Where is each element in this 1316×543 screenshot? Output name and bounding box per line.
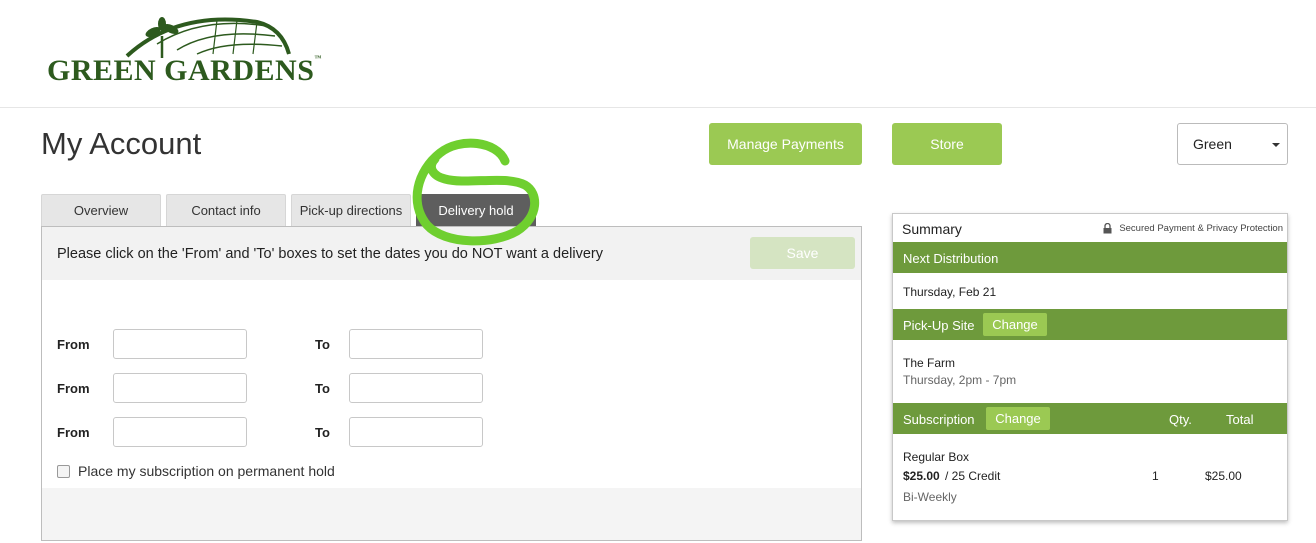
tab-pickup-directions[interactable]: Pick-up directions [291,194,411,226]
item-frequency: Bi-Weekly [903,490,957,504]
pickup-site-band: Pick-Up Site Change [893,309,1287,340]
site-header: GREEN GARDENS™ [0,0,1316,108]
lock-icon [1103,223,1112,234]
panel-footer [42,488,861,540]
tab-contact-info[interactable]: Contact info [166,194,286,226]
from-date-input-2[interactable] [113,373,247,403]
permanent-hold-label: Place my subscription on permanent hold [78,463,335,479]
chevron-down-icon [1272,143,1280,147]
from-date-input-3[interactable] [113,417,247,447]
next-distribution-date: Thursday, Feb 21 [903,285,997,299]
permanent-hold-option[interactable]: Place my subscription on permanent hold [57,463,335,479]
account-select-value: Green [1193,136,1232,152]
item-price: $25.00 [903,469,940,483]
account-select[interactable]: Green [1177,123,1288,165]
delivery-hold-instruction: Please click on the 'From' and 'To' boxe… [57,246,603,262]
manage-payments-button[interactable]: Manage Payments [709,123,862,165]
from-label: From [57,381,90,396]
store-button[interactable]: Store [892,123,1002,165]
next-distribution-label: Next Distribution [903,251,999,266]
from-label: From [57,337,90,352]
from-date-input-1[interactable] [113,329,247,359]
qty-header: Qty. [1169,412,1192,427]
from-label: From [57,425,90,440]
tab-overview[interactable]: Overview [41,194,161,226]
panel-header: Please click on the 'From' and 'To' boxe… [42,227,861,280]
change-subscription-button[interactable]: Change [986,407,1050,430]
secure-badge: Secured Payment & Privacy Protection [1103,223,1283,234]
logo-wordmark: GREEN GARDENS [47,54,315,87]
next-distribution-band: Next Distribution [893,242,1287,273]
to-label: To [315,425,330,440]
site-name: The Farm [903,356,956,370]
site-hours: Thursday, 2pm - 7pm [903,373,1017,387]
page-title: My Account [41,126,202,161]
trademark-mark: ™ [314,54,322,62]
subscription-band: Subscription Change Qty. Total [893,403,1287,434]
delivery-hold-panel: Please click on the 'From' and 'To' boxe… [41,226,862,541]
change-pickup-site-button[interactable]: Change [983,313,1047,336]
summary-title: Summary [902,221,962,237]
secure-text: Secured Payment & Privacy Protection [1119,223,1283,234]
total-header: Total [1226,412,1254,427]
save-button[interactable]: Save [750,237,855,269]
item-qty: 1 [1152,469,1159,483]
to-label: To [315,381,330,396]
to-date-input-2[interactable] [349,373,483,403]
subscription-label: Subscription [903,412,975,427]
order-summary-card: Summary Secured Payment & Privacy Protec… [892,213,1288,521]
item-total: $25.00 [1205,469,1242,483]
to-date-input-3[interactable] [349,417,483,447]
permanent-hold-checkbox[interactable] [57,464,70,478]
to-date-input-1[interactable] [349,329,483,359]
item-name: Regular Box [903,450,970,464]
item-credit: / 25 Credit [945,469,1001,483]
to-label: To [315,337,330,352]
green-gardens-logo[interactable]: GREEN GARDENS™ [47,14,321,90]
greenhouse-icon [125,17,291,58]
pickup-site-label: Pick-Up Site [903,318,975,333]
tab-delivery-hold[interactable]: Delivery hold [416,194,536,226]
